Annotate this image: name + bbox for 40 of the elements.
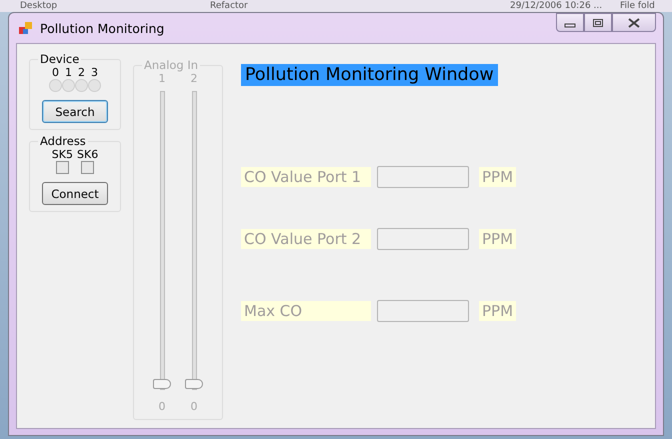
reading-label: CO Value Port 1 xyxy=(241,167,371,187)
group-title: Address xyxy=(39,134,87,148)
led-label: 2 xyxy=(78,66,85,79)
connect-button[interactable]: Connect xyxy=(42,182,108,205)
group-title: Analog In xyxy=(143,58,200,72)
channel-reading: 0 xyxy=(158,400,166,413)
checkbox[interactable] xyxy=(56,161,69,174)
file-list-text: Refactor xyxy=(210,0,249,12)
channel-label: 1 xyxy=(158,72,166,85)
maximize-button[interactable] xyxy=(584,13,612,32)
group-title: Device xyxy=(39,52,80,66)
channel-reading: 0 xyxy=(190,400,198,413)
channel-label: 2 xyxy=(190,72,198,85)
page-heading: Pollution Monitoring Window xyxy=(241,64,498,86)
window-title: Pollution Monitoring xyxy=(40,20,164,36)
file-list-text: 29/12/2006 10:26 ... xyxy=(510,0,604,12)
value-field[interactable] xyxy=(377,300,469,322)
checkbox-label: SK6 xyxy=(77,148,98,161)
unit-label: PPM xyxy=(479,301,516,321)
maximize-icon xyxy=(592,18,604,28)
reading-label: Max CO xyxy=(241,301,371,321)
minimize-button[interactable] xyxy=(556,13,584,32)
file-list-text: File fold xyxy=(620,0,655,12)
led-label: 1 xyxy=(65,66,72,79)
unit-label: PPM xyxy=(479,167,516,187)
value-field[interactable] xyxy=(377,228,469,250)
led-label: 0 xyxy=(52,66,59,79)
led-label: 3 xyxy=(91,66,98,79)
close-button[interactable] xyxy=(612,13,656,32)
checkbox-label: SK5 xyxy=(52,148,73,161)
reading-label: CO Value Port 2 xyxy=(241,229,371,249)
slider-thumb[interactable] xyxy=(152,379,170,389)
app-icon xyxy=(18,20,34,36)
checkbox[interactable] xyxy=(81,161,94,174)
slider-thumb[interactable] xyxy=(184,379,202,389)
file-list-text: Desktop xyxy=(20,0,58,12)
close-icon xyxy=(627,18,641,28)
search-button[interactable]: Search xyxy=(42,100,108,123)
unit-label: PPM xyxy=(479,229,516,249)
value-field[interactable] xyxy=(377,166,469,188)
